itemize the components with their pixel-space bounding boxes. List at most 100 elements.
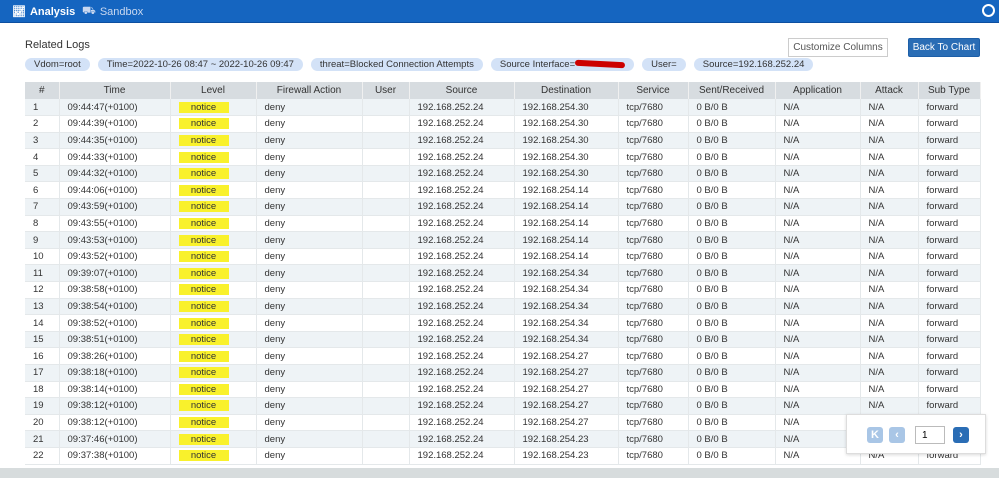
- table-cell: 192.168.252.24: [409, 447, 515, 465]
- table-cell: 9: [25, 231, 60, 249]
- horizontal-scrollbar[interactable]: [0, 468, 999, 478]
- table-cell: 192.168.254.14: [514, 231, 619, 249]
- table-cell: N/A: [775, 381, 861, 399]
- table-cell: 09:38:12(+0100): [59, 414, 171, 432]
- table-row[interactable]: 9 09:43:53(+0100) notice deny 192.168.252.24…: [25, 231, 981, 249]
- table-cell: N/A: [860, 215, 919, 233]
- table-cell: 15: [25, 331, 60, 349]
- table-row[interactable]: 1 09:44:47(+0100) notice deny 192.168.252.24…: [25, 99, 981, 117]
- table-cell: deny: [256, 397, 363, 415]
- column-header[interactable]: Sub Type: [918, 82, 981, 99]
- column-header[interactable]: Attack: [860, 82, 919, 99]
- clock-icon[interactable]: [982, 4, 995, 17]
- next-page-button[interactable]: ›: [953, 427, 969, 443]
- table-cell: deny: [256, 215, 363, 233]
- table-row[interactable]: 16 09:38:26(+0100) notice deny 192.168.252.2…: [25, 347, 981, 365]
- column-header[interactable]: Application: [775, 82, 861, 99]
- filter-chip[interactable]: Source=192.168.252.24: [693, 58, 814, 71]
- nav-analysis-label: Analysis: [29, 5, 76, 18]
- table-cell: forward: [918, 397, 981, 415]
- table-row[interactable]: 14 09:38:52(+0100) notice deny 192.168.252.2…: [25, 314, 981, 332]
- table-cell: 192.168.254.30: [514, 165, 619, 183]
- table-row[interactable]: 18 09:38:14(+0100) notice deny 192.168.252.2…: [25, 381, 981, 399]
- table-cell: 12: [25, 281, 60, 299]
- table-row[interactable]: 11 09:39:07(+0100) notice deny 192.168.252.2…: [25, 264, 981, 283]
- table-row[interactable]: 3 09:44:35(+0100) notice deny 192.168.252.24…: [25, 132, 981, 150]
- table-cell: deny: [256, 264, 363, 283]
- table-cell: N/A: [775, 99, 861, 117]
- table-cell: [362, 248, 410, 266]
- table-cell: N/A: [860, 132, 919, 150]
- filter-chip-source-interface[interactable]: Source Interface=: [490, 58, 635, 71]
- table-cell: 192.168.252.24: [409, 115, 515, 133]
- column-header[interactable]: Source: [409, 82, 515, 99]
- table-row[interactable]: 12 09:38:58(+0100) notice deny 192.168.252.2…: [25, 281, 981, 299]
- column-header[interactable]: Sent/Received: [688, 82, 776, 99]
- table-cell: 192.168.254.14: [514, 215, 619, 233]
- table-cell: forward: [918, 248, 981, 266]
- column-header[interactable]: User: [362, 82, 410, 99]
- table-cell: 09:38:18(+0100): [59, 364, 171, 382]
- table-row[interactable]: 10 09:43:52(+0100) notice deny 192.168.252.2…: [25, 248, 981, 266]
- table-row[interactable]: 20 09:38:12(+0100) notice deny 192.168.252.2…: [25, 414, 981, 432]
- table-cell: 192.168.254.27: [514, 381, 619, 399]
- table-cell: 09:37:46(+0100): [59, 430, 171, 448]
- table-cell: 0 B/0 B: [688, 248, 776, 266]
- top-nav-bar: 📈︎ Analysis ⛟ Sandbox: [0, 0, 999, 23]
- table-row[interactable]: 13 09:38:54(+0100) notice deny 192.168.252.2…: [25, 298, 981, 316]
- table-cell: 09:44:39(+0100): [59, 115, 171, 133]
- table-cell: forward: [918, 132, 981, 150]
- table-cell: deny: [256, 198, 363, 216]
- table-cell: 09:38:58(+0100): [59, 281, 171, 299]
- filter-chip[interactable]: Time=2022-10-26 08:47 ~ 2022-10-26 09:47: [97, 58, 303, 71]
- column-header[interactable]: Service: [618, 82, 689, 99]
- table-row[interactable]: 15 09:38:51(+0100) notice deny 192.168.252.2…: [25, 331, 981, 349]
- level-badge: notice: [178, 334, 229, 346]
- table-cell: forward: [918, 264, 981, 283]
- table-row[interactable]: 22 09:37:38(+0100) notice deny 192.168.252.2…: [25, 447, 981, 465]
- table-row[interactable]: 21 09:37:46(+0100) notice deny 192.168.252.2…: [25, 430, 981, 448]
- table-cell: [362, 99, 410, 117]
- table-row[interactable]: 17 09:38:18(+0100) notice deny 192.168.252.2…: [25, 364, 981, 382]
- table-cell: 18: [25, 381, 60, 399]
- table-cell: 21: [25, 430, 60, 448]
- customize-columns-button[interactable]: Customize Columns: [788, 38, 888, 57]
- nav-sandbox[interactable]: ⛟ Sandbox: [82, 5, 143, 19]
- table-cell: 5: [25, 165, 60, 183]
- table-cell: [362, 381, 410, 399]
- filter-chip[interactable]: User=: [642, 58, 686, 71]
- table-cell: 8: [25, 215, 60, 233]
- table-cell: 1: [25, 99, 60, 117]
- table-row[interactable]: 8 09:43:55(+0100) notice deny 192.168.252.24…: [25, 215, 981, 233]
- table-cell: 0 B/0 B: [688, 331, 776, 349]
- table-cell: tcp/7680: [618, 397, 689, 415]
- prev-page-button[interactable]: ‹: [889, 427, 905, 443]
- table-row[interactable]: 4 09:44:33(+0100) notice deny 192.168.252.24…: [25, 148, 981, 166]
- filter-chip[interactable]: Vdom=root: [25, 58, 90, 71]
- table-row[interactable]: 2 09:44:39(+0100) notice deny 192.168.252.24…: [25, 115, 981, 133]
- column-header[interactable]: Firewall Action: [256, 82, 363, 99]
- back-to-chart-button[interactable]: Back To Chart: [908, 38, 980, 57]
- table-cell: N/A: [860, 281, 919, 299]
- table-cell: [362, 314, 410, 332]
- nav-analysis[interactable]: 📈︎ Analysis: [12, 5, 76, 19]
- column-header[interactable]: #: [25, 82, 60, 99]
- table-row[interactable]: 7 09:43:59(+0100) notice deny 192.168.252.24…: [25, 198, 981, 216]
- table-cell: 0 B/0 B: [688, 414, 776, 432]
- table-row[interactable]: 5 09:44:32(+0100) notice deny 192.168.252.24…: [25, 165, 981, 183]
- table-row[interactable]: 6 09:44:06(+0100) notice deny 192.168.252.24…: [25, 181, 981, 200]
- table-cell: notice: [170, 231, 257, 249]
- table-cell: 192.168.252.24: [409, 281, 515, 299]
- table-cell: N/A: [775, 347, 861, 365]
- column-header[interactable]: Time: [59, 82, 171, 99]
- page-number-input[interactable]: [915, 426, 945, 444]
- filter-chip[interactable]: threat=Blocked Connection Attempts: [310, 58, 483, 71]
- table-cell: notice: [170, 181, 257, 200]
- table-cell: notice: [170, 148, 257, 166]
- table-cell: forward: [918, 231, 981, 249]
- first-page-button[interactable]: K: [867, 427, 883, 443]
- table-row[interactable]: 19 09:38:12(+0100) notice deny 192.168.252.2…: [25, 397, 981, 415]
- column-header[interactable]: Destination: [514, 82, 619, 99]
- table-cell: deny: [256, 99, 363, 117]
- column-header[interactable]: Level: [170, 82, 257, 99]
